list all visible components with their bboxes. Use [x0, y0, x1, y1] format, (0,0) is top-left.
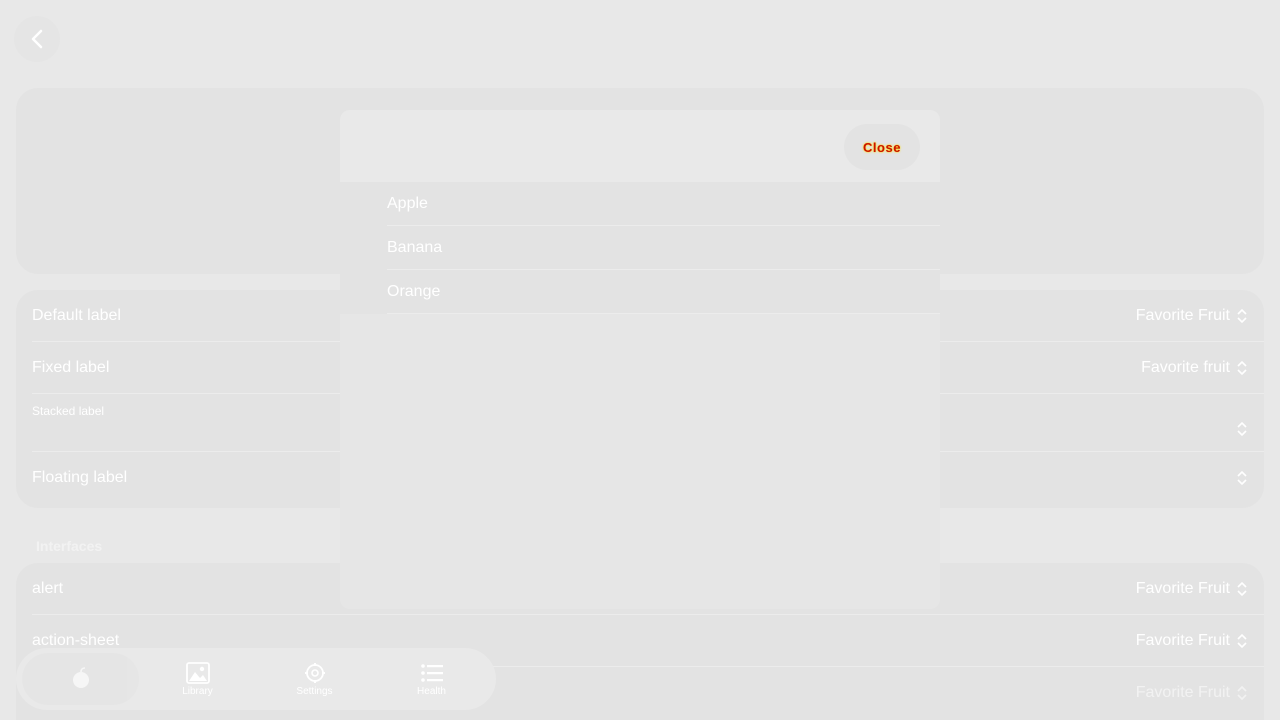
row-label: Default label [32, 306, 121, 324]
select-value: Favorite fruit [1141, 359, 1248, 377]
tab-settings[interactable]: Settings [256, 653, 373, 705]
images-icon [185, 661, 210, 684]
tab-home[interactable] [22, 653, 139, 705]
select-value-text: Favorite fruit [1141, 358, 1230, 376]
chevron-updown-icon [1237, 360, 1247, 375]
close-button-label: Close [863, 139, 901, 155]
select-value: Favorite Fruit [1136, 307, 1248, 325]
modal-header: Close [340, 110, 940, 182]
chevron-updown-icon [1237, 685, 1247, 701]
chevron-updown-icon [1237, 470, 1247, 486]
select-value-text: Favorite Fruit [1135, 631, 1230, 649]
select-modal: Close Apple Banana Orange [340, 110, 940, 609]
tab-label: Library [182, 685, 213, 697]
option-item-orange[interactable]: Orange [387, 270, 940, 314]
select-value-text: Favorite Fruit [1135, 306, 1230, 324]
tab-health[interactable]: Health [373, 653, 490, 705]
tab-library[interactable]: Library [139, 653, 256, 705]
tab-label: Settings [296, 685, 333, 697]
tab-bar: Library Settings Health [16, 648, 496, 710]
select-value: Favorite Fruit [1136, 580, 1248, 598]
option-item-apple[interactable]: Apple [387, 182, 940, 226]
row-label: Fixed label [32, 358, 110, 376]
select-value: Favorite Fruit [1136, 632, 1248, 650]
row-label: action-sheet [32, 631, 120, 649]
chevron-updown-icon [1237, 633, 1247, 648]
tab-label: Health [417, 685, 446, 697]
row-label: Stacked label [32, 404, 105, 418]
row-label: alert [32, 579, 64, 597]
row-label: Floating label [32, 469, 128, 486]
chevron-updown-icon [1237, 308, 1247, 323]
select-value [1236, 421, 1248, 437]
select-value [1230, 470, 1248, 486]
select-value-text: Favorite Fruit [1135, 579, 1230, 597]
list-icon [420, 663, 443, 682]
close-button[interactable]: Close [844, 124, 920, 170]
gear-icon [304, 662, 325, 683]
fruit-icon [72, 667, 89, 688]
option-list: Apple Banana Orange [340, 182, 940, 314]
chevron-updown-icon [1237, 581, 1247, 596]
chevron-updown-icon [1237, 421, 1247, 437]
back-button[interactable] [14, 16, 60, 62]
option-item-banana[interactable]: Banana [387, 226, 940, 270]
section-header-interfaces: Interfaces [36, 538, 103, 554]
select-value: Favorite Fruit [1136, 684, 1248, 702]
chevron-left-icon [31, 29, 43, 49]
select-value-text: Favorite Fruit [1135, 684, 1230, 701]
page: Default label Favorite Fruit Fixed label… [0, 0, 1280, 720]
